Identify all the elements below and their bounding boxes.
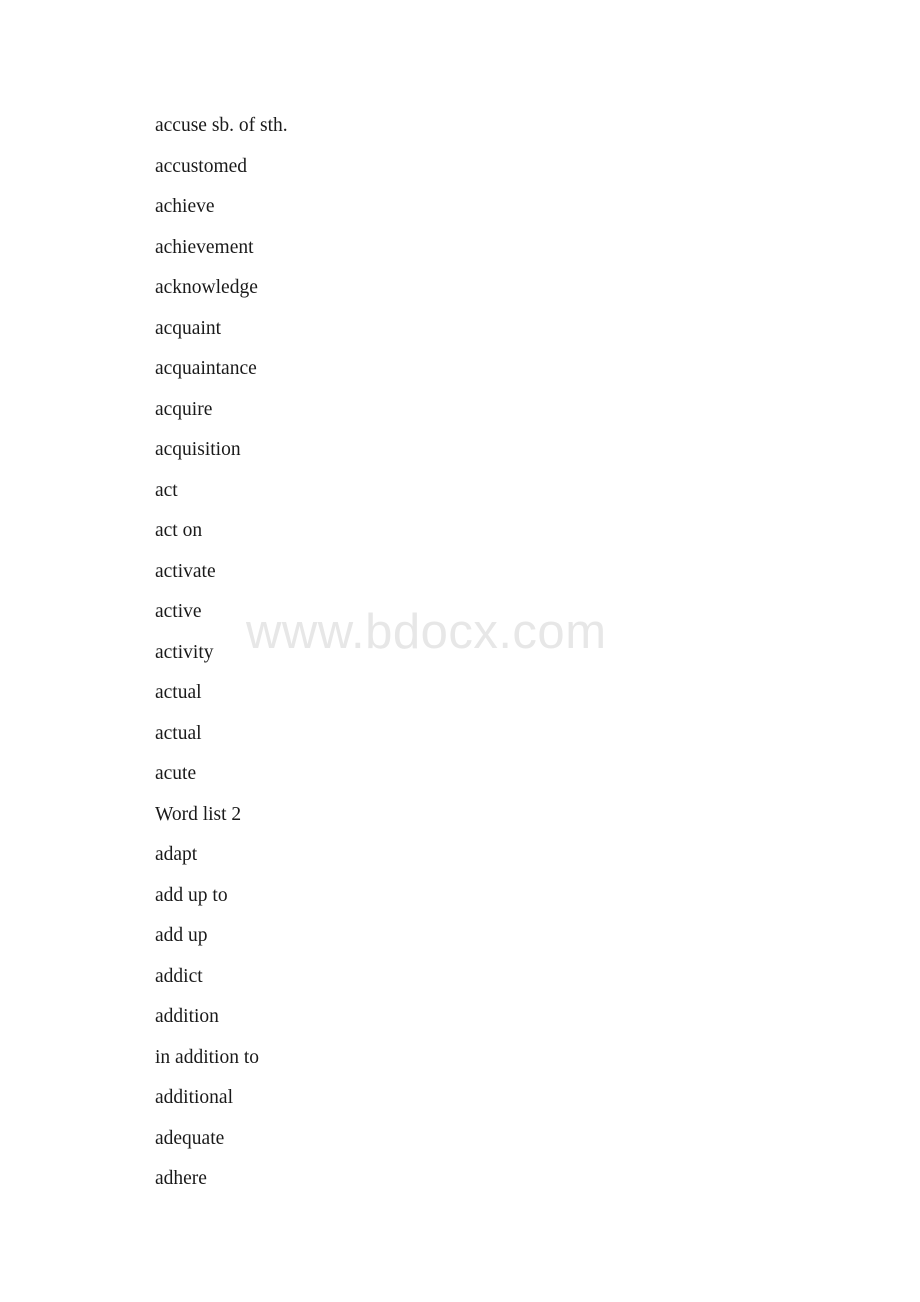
word-list-item: achievement [155,236,254,258]
word-list-item: act [155,479,178,501]
word-list-item: adapt [155,844,198,865]
word-list-item: achieve [155,196,215,217]
word-list-item: adequate [155,1127,225,1149]
word-list-item: actual [155,722,202,744]
word-list-item: accuse sb. of sth. [155,115,288,136]
word-list-item: addict [155,965,203,987]
word-list-item: act on [155,520,203,541]
word-list-item: acute [155,763,197,784]
word-list-item: active [155,601,202,622]
word-list-item: accustomed [155,155,248,177]
word-list-item: acquaint [155,317,222,339]
word-list-item: acknowledge [155,277,258,298]
word-list-item: acquisition [155,439,241,460]
word-list-item: actual [155,682,202,703]
word-list-item: add up [155,925,208,946]
word-list-item: additional [155,1087,233,1108]
word-list-item: addition [155,1006,219,1027]
word-list-item: adhere [155,1168,207,1189]
word-list-item: acquire [155,398,213,420]
word-list-item: activate [155,560,216,582]
word-list-item: Word list 2 [155,803,242,825]
word-list-item: activity [155,641,214,663]
document-page: www.bdocx.com accuse sb. of sth. accustom… [0,0,920,1302]
word-list-item: in addition to [155,1046,259,1068]
word-list-item: acquaintance [155,358,257,379]
word-list-item: add up to [155,884,228,906]
word-list: accuse sb. of sth. accustomed achieve achie… [155,113,755,1207]
